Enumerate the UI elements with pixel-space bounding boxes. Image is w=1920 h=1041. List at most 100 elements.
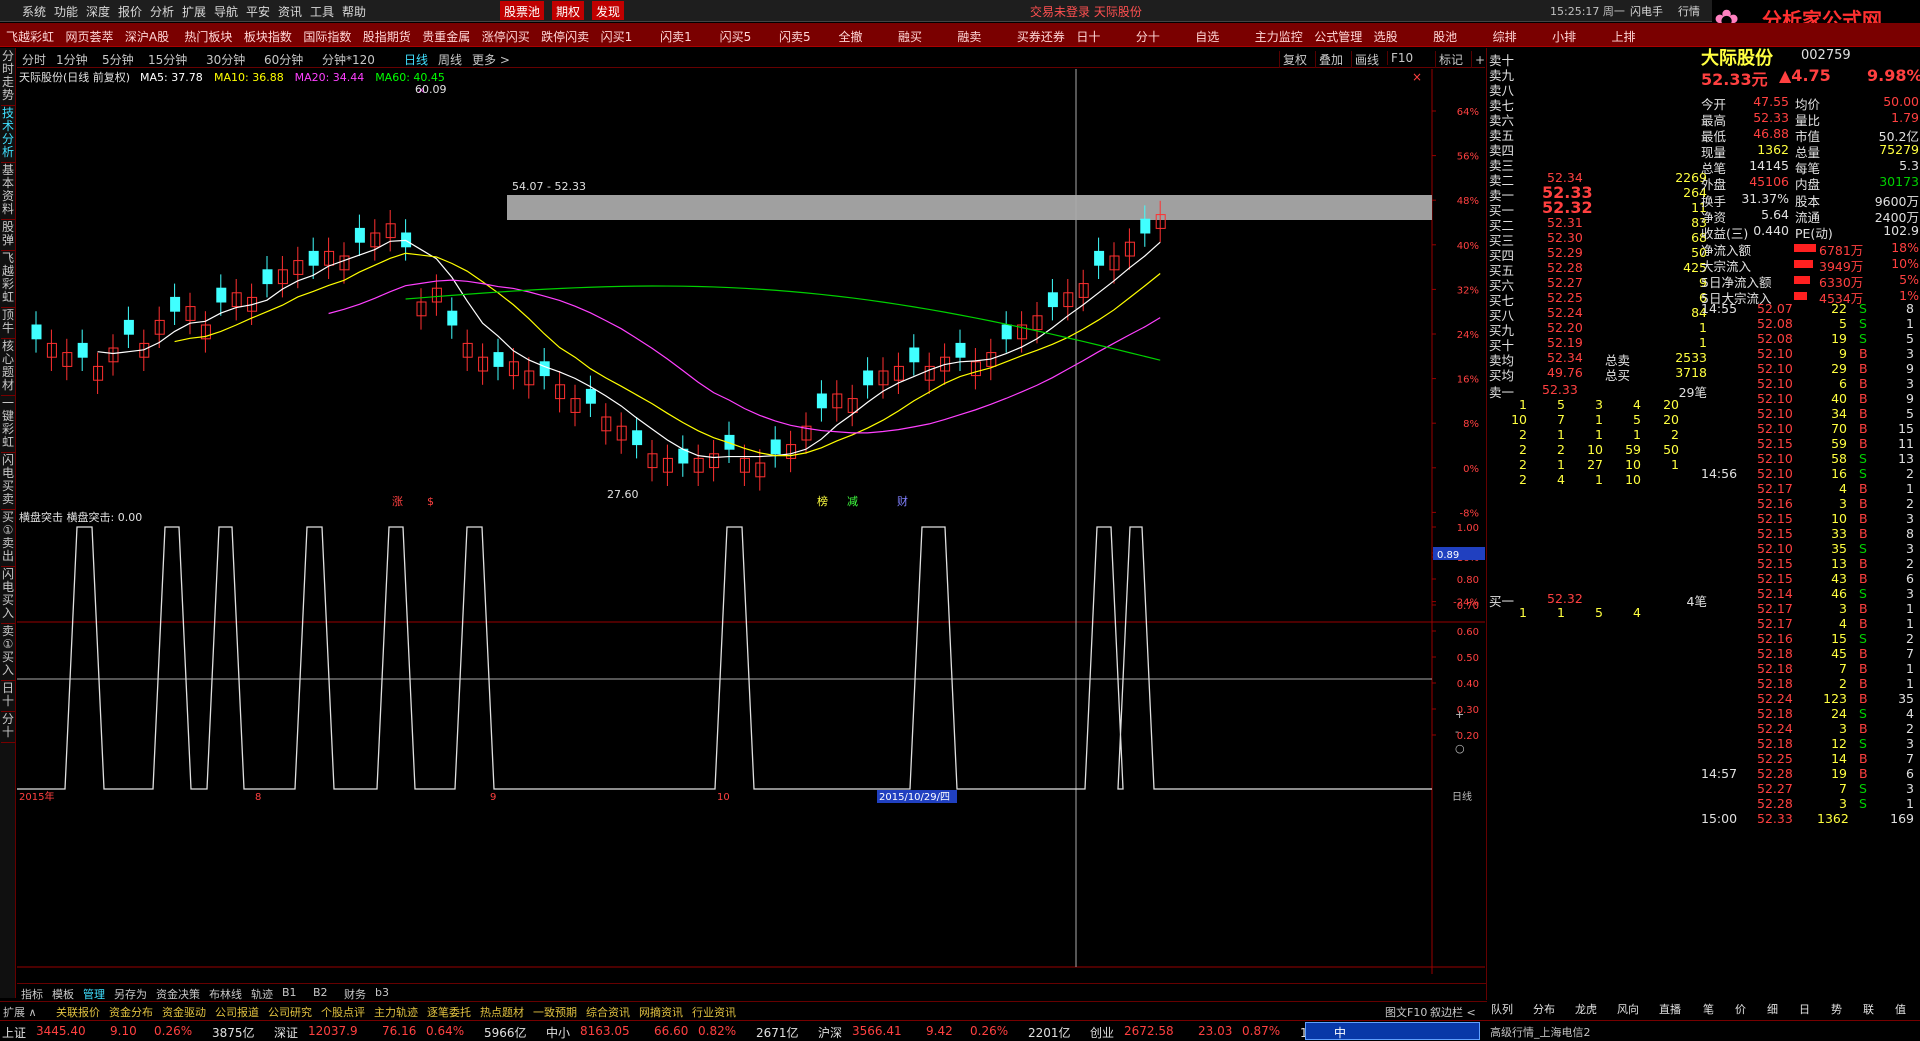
menu-item[interactable]: 资讯	[278, 3, 302, 20]
vertical-tab[interactable]: 基本资料	[1, 164, 15, 220]
function-item[interactable]: 买券还券	[1017, 28, 1065, 45]
vertical-tab[interactable]: 分时走势	[1, 50, 15, 106]
function-item[interactable]: 闪买1	[601, 28, 633, 45]
menu-highlight[interactable]: 股票池	[500, 1, 545, 20]
period-tab[interactable]: 15分钟	[148, 51, 187, 68]
function-item[interactable]: 飞越彩虹	[6, 28, 54, 45]
vertical-tab[interactable]: 卖①买入	[1, 625, 15, 681]
menu-highlight[interactable]: 期权	[552, 1, 585, 20]
vertical-tab[interactable]: 技术分析	[1, 107, 15, 163]
vertical-tab[interactable]: 闪电买卖	[1, 454, 15, 510]
vertical-tab[interactable]: 核心题材	[1, 340, 15, 396]
period-tab[interactable]: 60分钟	[264, 51, 303, 68]
period-tab[interactable]: 周线	[438, 51, 462, 68]
period-tab[interactable]: 5分钟	[102, 51, 134, 68]
menu-item[interactable]: 深度	[86, 3, 110, 20]
function-item[interactable]: 闪卖5	[779, 28, 811, 45]
function-item[interactable]: 热门板块	[184, 28, 232, 45]
ime-toolbar[interactable]: 中	[1305, 1022, 1480, 1040]
news-tab[interactable]: 逐笔委托	[427, 1004, 471, 1020]
indicator-tab[interactable]: 另存为	[114, 986, 147, 1002]
indicator-tab[interactable]: 轨迹	[251, 986, 273, 1002]
indicator-tab[interactable]: 管理	[83, 986, 105, 1002]
vertical-tab[interactable]: 一键彩虹	[1, 397, 15, 453]
function-item[interactable]: 全撤	[839, 28, 863, 45]
period-tab[interactable]: 1分钟	[56, 51, 88, 68]
function-item[interactable]: 深沪A股	[125, 28, 169, 45]
news-tab[interactable]: 热点题材	[480, 1004, 524, 1020]
chart-tool-button[interactable]: 画线	[1351, 51, 1379, 68]
indicator-tab[interactable]: B2	[313, 986, 328, 999]
chart-tool-button[interactable]: 复权	[1279, 51, 1307, 68]
function-item[interactable]: 日十	[1076, 28, 1100, 45]
function-item[interactable]: 股池	[1433, 28, 1457, 45]
news-tab[interactable]: 主力轨迹	[374, 1004, 418, 1020]
function-item[interactable]: 融卖	[957, 28, 981, 45]
function-item[interactable]: 选股	[1374, 28, 1398, 45]
kline-chart-svg[interactable]: 天际股份(日线 前复权) MA5: 37.78 MA10: 36.88 MA20: 3…	[17, 69, 1485, 974]
period-tab[interactable]: 日线	[404, 51, 428, 68]
news-tab[interactable]: 网摘资讯	[639, 1004, 683, 1020]
period-tab[interactable]: 30分钟	[206, 51, 245, 68]
news-right-tab[interactable]: 叙边栏 <	[1430, 1004, 1476, 1020]
period-tab[interactable]: 分时	[22, 51, 46, 68]
chart-tool-button[interactable]: F10	[1387, 51, 1413, 65]
menu-item[interactable]: 工具	[310, 3, 334, 20]
news-tab[interactable]: 公司报道	[215, 1004, 259, 1020]
menu-item[interactable]: 平安	[246, 3, 270, 20]
vertical-tab[interactable]: 飞越彩虹	[1, 252, 15, 308]
news-tab[interactable]: 个股点评	[321, 1004, 365, 1020]
news-tab[interactable]: 扩展 ∧	[3, 1004, 37, 1020]
period-tab[interactable]: 分钟*120	[322, 51, 375, 68]
news-tab[interactable]: 资金驱动	[162, 1004, 206, 1020]
indicator-tab[interactable]: 模板	[52, 986, 74, 1002]
chart-area[interactable]: 天际股份(日线 前复权) MA5: 37.78 MA10: 36.88 MA20: 3…	[17, 69, 1485, 974]
indicator-tab[interactable]: 资金决策	[156, 986, 200, 1002]
news-right-tab[interactable]: 图文F10	[1385, 1004, 1427, 1020]
vertical-tab[interactable]: 买①卖出	[1, 511, 15, 567]
function-item[interactable]: 自选	[1195, 28, 1219, 45]
chart-tool-button[interactable]: 标记	[1435, 51, 1463, 68]
indicator-tab[interactable]: 财务	[344, 986, 366, 1002]
news-tab[interactable]: 一致预期	[533, 1004, 577, 1020]
news-tab[interactable]: 公司研究	[268, 1004, 312, 1020]
menu-item[interactable]: 报价	[118, 3, 142, 20]
vertical-tab[interactable]: 股弹	[1, 221, 15, 251]
period-tab[interactable]: 更多 >	[472, 51, 510, 68]
vertical-tab[interactable]: 日十	[1, 682, 15, 712]
function-item[interactable]: 分十	[1136, 28, 1160, 45]
news-tab[interactable]: 行业资讯	[692, 1004, 736, 1020]
menu-item[interactable]: 扩展	[182, 3, 206, 20]
menu-highlight[interactable]: 发现	[592, 1, 625, 20]
vertical-tab[interactable]: 顶牛	[1, 309, 15, 339]
menu-item[interactable]: 帮助	[342, 3, 366, 20]
news-tab[interactable]: 综合资讯	[586, 1004, 630, 1020]
indicator-tab[interactable]: b3	[375, 986, 389, 999]
menu-item[interactable]: 导航	[214, 3, 238, 20]
indicator-tab[interactable]: B1	[282, 986, 297, 999]
function-item[interactable]: 闪买5	[720, 28, 752, 45]
function-item[interactable]: 综排	[1493, 28, 1517, 45]
chart-tool-button[interactable]: 叠加	[1315, 51, 1343, 68]
indicator-tab[interactable]: 指标	[21, 986, 43, 1002]
function-item[interactable]: 股指期货	[363, 28, 411, 45]
function-item[interactable]: 贵重金属	[422, 28, 470, 45]
indicator-tab[interactable]: 布林线	[209, 986, 242, 1002]
function-item[interactable]: 板块指数	[244, 28, 292, 45]
function-item[interactable]: 公式管理	[1314, 28, 1362, 45]
news-tab[interactable]: 资金分布	[109, 1004, 153, 1020]
function-item[interactable]: 国际指数	[303, 28, 351, 45]
ime-mode[interactable]: 中	[1334, 1024, 1346, 1041]
toolbar-button[interactable]: 闪电手	[1630, 3, 1663, 19]
function-item[interactable]: 上排	[1612, 28, 1636, 45]
news-tab[interactable]: 关联报价	[56, 1004, 100, 1020]
function-item[interactable]: 主力监控	[1255, 28, 1303, 45]
function-item[interactable]: 小排	[1552, 28, 1576, 45]
menu-item[interactable]: 分析	[150, 3, 174, 20]
vertical-tab[interactable]: 闪电买入	[1, 568, 15, 624]
function-item[interactable]: 网页荟萃	[65, 28, 113, 45]
toolbar-button[interactable]: 行情	[1678, 3, 1700, 19]
function-item[interactable]: 闪卖1	[660, 28, 692, 45]
menu-item[interactable]: 系统	[22, 3, 46, 20]
function-item[interactable]: 融买	[898, 28, 922, 45]
